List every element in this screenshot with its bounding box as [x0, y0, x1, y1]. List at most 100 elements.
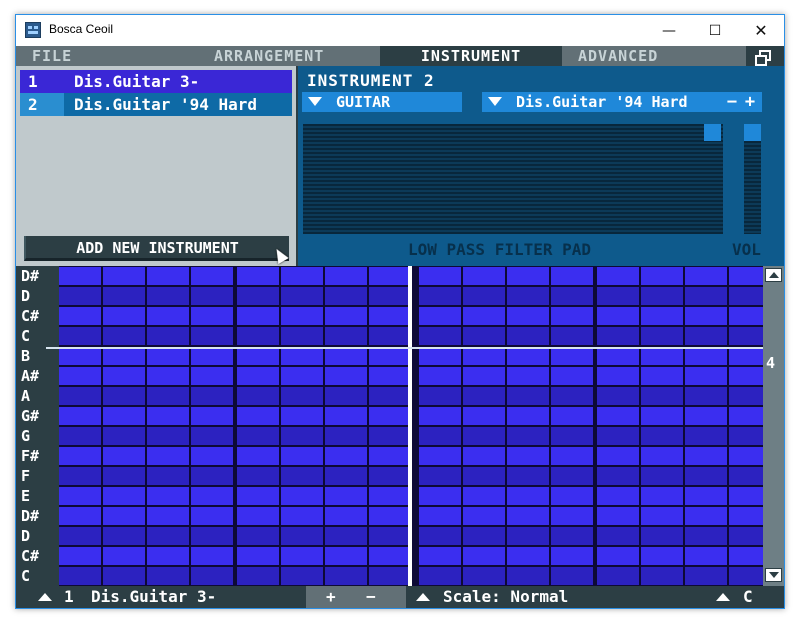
note-cell[interactable] — [507, 567, 549, 585]
note-cell[interactable] — [419, 407, 461, 425]
roll-scrollbar[interactable] — [763, 266, 784, 586]
note-cell[interactable] — [369, 327, 411, 345]
note-cell[interactable] — [597, 487, 639, 505]
note-cell[interactable] — [551, 347, 593, 365]
note-cell[interactable] — [237, 287, 279, 305]
voice-dropdown[interactable]: Dis.Guitar '94 Hard — [482, 92, 762, 112]
note-cell[interactable] — [685, 267, 727, 285]
note-cell[interactable] — [281, 487, 323, 505]
note-cell[interactable] — [463, 527, 505, 545]
note-cell[interactable] — [507, 287, 549, 305]
note-cell[interactable] — [281, 327, 323, 345]
note-cell[interactable] — [191, 547, 233, 565]
note-cell[interactable] — [551, 327, 593, 345]
note-cell[interactable] — [103, 347, 145, 365]
note-cell[interactable] — [325, 347, 367, 365]
note-cell[interactable] — [551, 307, 593, 325]
note-cell[interactable] — [103, 527, 145, 545]
note-cell[interactable] — [191, 347, 233, 365]
note-cell[interactable] — [419, 487, 461, 505]
note-cell[interactable] — [369, 547, 411, 565]
note-cell[interactable] — [147, 467, 189, 485]
note-cell[interactable] — [191, 367, 233, 385]
note-cell[interactable] — [641, 407, 683, 425]
note-cell[interactable] — [641, 567, 683, 585]
note-cell[interactable] — [237, 567, 279, 585]
note-cell[interactable] — [597, 507, 639, 525]
note-cell[interactable] — [59, 347, 101, 365]
note-cell[interactable] — [463, 267, 505, 285]
note-cell[interactable] — [597, 447, 639, 465]
note-cell[interactable] — [419, 367, 461, 385]
note-cell[interactable] — [419, 307, 461, 325]
note-cell[interactable] — [641, 387, 683, 405]
note-cell[interactable] — [237, 387, 279, 405]
note-cell[interactable] — [103, 287, 145, 305]
tab-arrangement[interactable]: ARRANGEMENT — [214, 46, 324, 66]
note-cell[interactable] — [551, 267, 593, 285]
note-cell[interactable] — [191, 327, 233, 345]
note-cell[interactable] — [507, 267, 549, 285]
note-cell[interactable] — [59, 287, 101, 305]
note-cell[interactable] — [463, 367, 505, 385]
note-cell[interactable] — [369, 267, 411, 285]
note-cell[interactable] — [191, 527, 233, 545]
note-cell[interactable] — [281, 547, 323, 565]
previous-voice-button[interactable]: − — [724, 92, 740, 112]
note-cell[interactable] — [551, 407, 593, 425]
note-cell[interactable] — [641, 307, 683, 325]
note-cell[interactable] — [463, 427, 505, 445]
note-cell[interactable] — [369, 527, 411, 545]
note-cell[interactable] — [597, 427, 639, 445]
note-cell[interactable] — [685, 307, 727, 325]
note-cell[interactable] — [325, 527, 367, 545]
note-cell[interactable] — [597, 407, 639, 425]
note-cell[interactable] — [325, 467, 367, 485]
note-cell[interactable] — [419, 267, 461, 285]
note-cell[interactable] — [237, 327, 279, 345]
note-cell[interactable] — [237, 467, 279, 485]
note-cell[interactable] — [191, 387, 233, 405]
note-cell[interactable] — [325, 547, 367, 565]
note-cell[interactable] — [103, 467, 145, 485]
note-cell[interactable] — [463, 487, 505, 505]
note-cell[interactable] — [641, 547, 683, 565]
note-cell[interactable] — [685, 287, 727, 305]
note-cell[interactable] — [507, 407, 549, 425]
note-cell[interactable] — [369, 367, 411, 385]
note-cell[interactable] — [59, 527, 101, 545]
note-cell[interactable] — [597, 307, 639, 325]
note-cell[interactable] — [507, 347, 549, 365]
note-cell[interactable] — [103, 267, 145, 285]
note-cell[interactable] — [463, 407, 505, 425]
note-cell[interactable] — [281, 527, 323, 545]
note-cell[interactable] — [551, 287, 593, 305]
zoom-out-button[interactable]: − — [366, 586, 376, 608]
note-cell[interactable] — [507, 527, 549, 545]
note-cell[interactable] — [507, 507, 549, 525]
note-cell[interactable] — [369, 467, 411, 485]
note-cell[interactable] — [281, 367, 323, 385]
note-cell[interactable] — [597, 527, 639, 545]
key-select-up-icon[interactable] — [716, 593, 730, 601]
note-cell[interactable] — [103, 547, 145, 565]
note-cell[interactable] — [463, 287, 505, 305]
note-cell[interactable] — [369, 387, 411, 405]
note-cell[interactable] — [59, 327, 101, 345]
note-cell[interactable] — [191, 287, 233, 305]
note-cell[interactable] — [369, 507, 411, 525]
note-cell[interactable] — [237, 347, 279, 365]
note-cell[interactable] — [325, 267, 367, 285]
note-cell[interactable] — [325, 367, 367, 385]
low-pass-filter-pad[interactable] — [303, 124, 723, 234]
note-cell[interactable] — [281, 387, 323, 405]
note-cell[interactable] — [237, 527, 279, 545]
note-cell[interactable] — [463, 507, 505, 525]
note-cell[interactable] — [507, 427, 549, 445]
note-cell[interactable] — [281, 427, 323, 445]
note-cell[interactable] — [685, 507, 727, 525]
note-cell[interactable] — [325, 407, 367, 425]
note-cell[interactable] — [685, 487, 727, 505]
note-cell[interactable] — [551, 387, 593, 405]
note-cell[interactable] — [325, 567, 367, 585]
